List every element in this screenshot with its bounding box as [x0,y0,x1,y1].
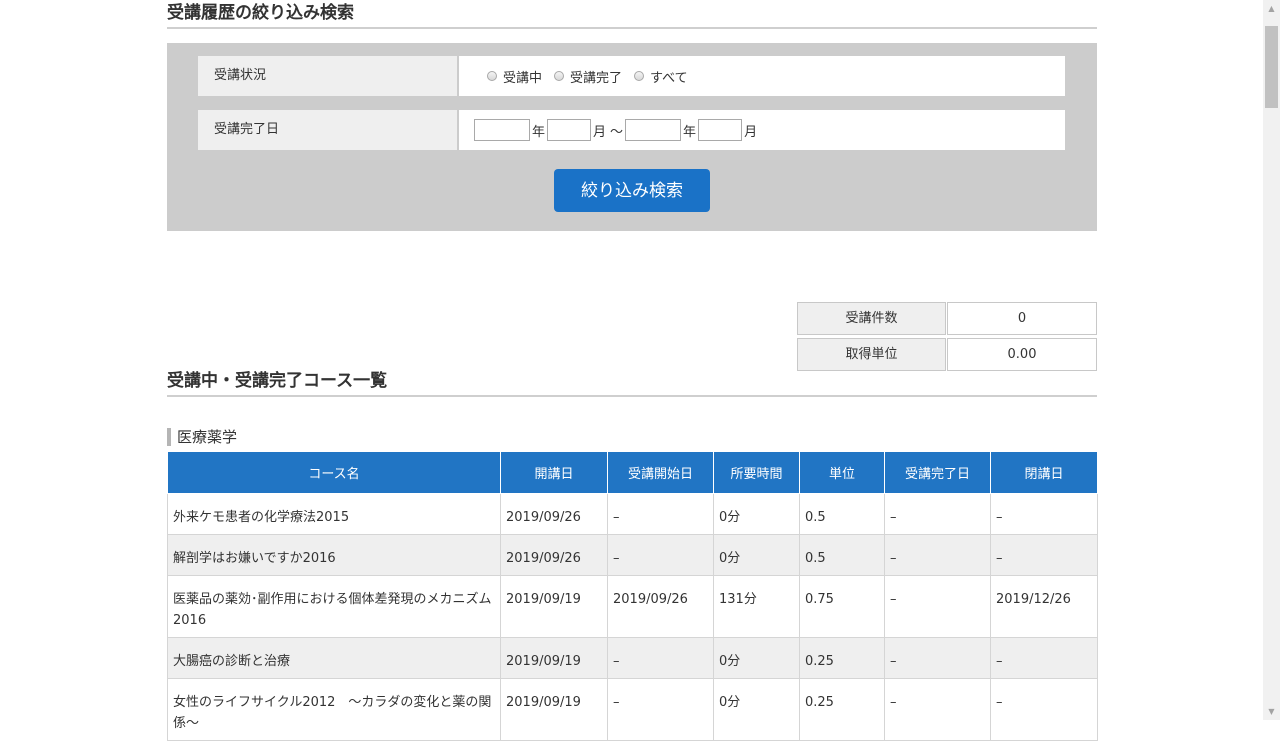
radio-label: 受講中 [503,70,543,86]
credits-value: 0.00 [947,338,1097,371]
radio-circle-icon[interactable] [554,71,565,81]
scrollbar-thumb[interactable] [1265,26,1278,108]
table-cell: – [884,575,991,638]
table-cell: – [884,493,991,535]
filter-search-button[interactable]: 絞り込み検索 [554,169,710,212]
table-cell: 0分 [713,678,800,741]
from-year-input[interactable] [474,119,530,141]
scroll-down-arrow-icon[interactable]: ▼ [1263,703,1280,720]
table-cell: 2019/09/26 [500,493,608,535]
from-month-input[interactable] [547,119,592,141]
to-month-input[interactable] [698,119,743,141]
table-cell: 0.5 [799,493,885,535]
to-year-input[interactable] [625,119,682,141]
table-cell: – [990,534,1098,576]
table-cell: – [884,678,991,741]
table-cell: 0分 [713,534,800,576]
category-heading: 医療薬学 [167,428,237,446]
status-radio-in-progress[interactable]: 受講中 [487,67,542,86]
col-close-date: 閉講日 [990,451,1098,494]
table-row: 医薬品の薬効･副作用における個体差発現のメカニズム2016 2019/09/19… [167,575,1098,638]
status-label: 受講状況 [198,56,457,96]
table-cell: – [607,678,714,741]
table-header-row: コース名 開講日 受講開始日 所要時間 単位 受講完了日 閉講日 [167,451,1098,494]
table-cell: 0.5 [799,534,885,576]
table-cell: – [990,637,1098,679]
radio-circle-icon[interactable] [487,71,497,81]
col-credits: 単位 [799,451,885,494]
month-unit: 月 [744,124,758,140]
status-options: 受講中 受講完了 すべて [459,56,1065,96]
credits-summary: 取得単位 0.00 [797,338,1097,371]
course-count-label: 受講件数 [797,302,946,335]
course-table: コース名 開講日 受講開始日 所要時間 単位 受講完了日 閉講日 外来ケモ患者の… [167,451,1098,741]
filter-section-title: 受講履歴の絞り込み検索 [167,2,1097,29]
table-cell: – [607,493,714,535]
completion-date-label: 受講完了日 [198,110,457,150]
table-cell: 131分 [713,575,800,638]
status-radio-completed[interactable]: 受講完了 [554,67,622,86]
course-count-value: 0 [947,302,1097,335]
table-cell: – [990,678,1098,741]
col-open-date: 開講日 [500,451,608,494]
year-unit: 年 [532,124,546,140]
month-unit: 月 [593,124,607,140]
table-row: 女性のライフサイクル2012 ～カラダの変化と薬の関係～ 2019/09/19 … [167,678,1098,741]
radio-label: 受講完了 [570,70,623,86]
course-name-cell[interactable]: 解剖学はお嫌いですか2016 [167,534,501,576]
course-name-cell[interactable]: 女性のライフサイクル2012 ～カラダの変化と薬の関係～ [167,678,501,741]
vertical-scrollbar[interactable]: ▲ ▼ [1263,0,1280,720]
course-name-cell[interactable]: 大腸癌の診断と治療 [167,637,501,679]
col-duration: 所要時間 [713,451,800,494]
scroll-up-arrow-icon[interactable]: ▲ [1263,0,1280,17]
course-count-summary: 受講件数 0 [797,302,1097,335]
course-name-cell[interactable]: 医薬品の薬効･副作用における個体差発現のメカニズム2016 [167,575,501,638]
table-cell: 0.25 [799,637,885,679]
radio-label: すべて [650,70,688,86]
table-cell: – [990,493,1098,535]
table-cell: – [884,534,991,576]
table-row: 外来ケモ患者の化学療法2015 2019/09/26 – 0分 0.5 – – [167,493,1098,535]
table-cell: 2019/09/19 [500,637,608,679]
filter-panel: 受講状況 受講中 受講完了 すべて 受講完了日 年 月 〜 年 月 絞り込み検索 [167,43,1097,231]
table-cell: 2019/09/26 [607,575,714,638]
col-start-date: 受講開始日 [607,451,714,494]
radio-circle-icon[interactable] [634,71,645,81]
table-cell: – [607,637,714,679]
table-cell: 2019/12/26 [990,575,1098,638]
status-radio-all[interactable]: すべて [634,67,688,86]
col-completion-date: 受講完了日 [884,451,991,494]
date-range: 年 月 〜 年 月 [459,110,1065,150]
status-row: 受講状況 受講中 受講完了 すべて [198,56,1065,96]
table-cell: 0.75 [799,575,885,638]
table-cell: – [607,534,714,576]
table-cell: 0分 [713,493,800,535]
completion-date-row: 受講完了日 年 月 〜 年 月 [198,110,1065,150]
table-cell: 0.25 [799,678,885,741]
credits-label: 取得単位 [797,338,946,371]
table-row: 大腸癌の診断と治療 2019/09/19 – 0分 0.25 – – [167,637,1098,679]
col-course-name: コース名 [167,451,501,494]
range-separator: 〜 [610,124,624,140]
table-row: 解剖学はお嫌いですか2016 2019/09/26 – 0分 0.5 – – [167,534,1098,576]
course-name-cell[interactable]: 外来ケモ患者の化学療法2015 [167,493,501,535]
year-unit: 年 [683,124,697,140]
table-cell: 2019/09/26 [500,534,608,576]
table-cell: 2019/09/19 [500,575,608,638]
table-cell: 2019/09/19 [500,678,608,741]
course-list-title: 受講中・受講完了コース一覧 [167,370,1097,397]
table-cell: 0分 [713,637,800,679]
table-cell: – [884,637,991,679]
